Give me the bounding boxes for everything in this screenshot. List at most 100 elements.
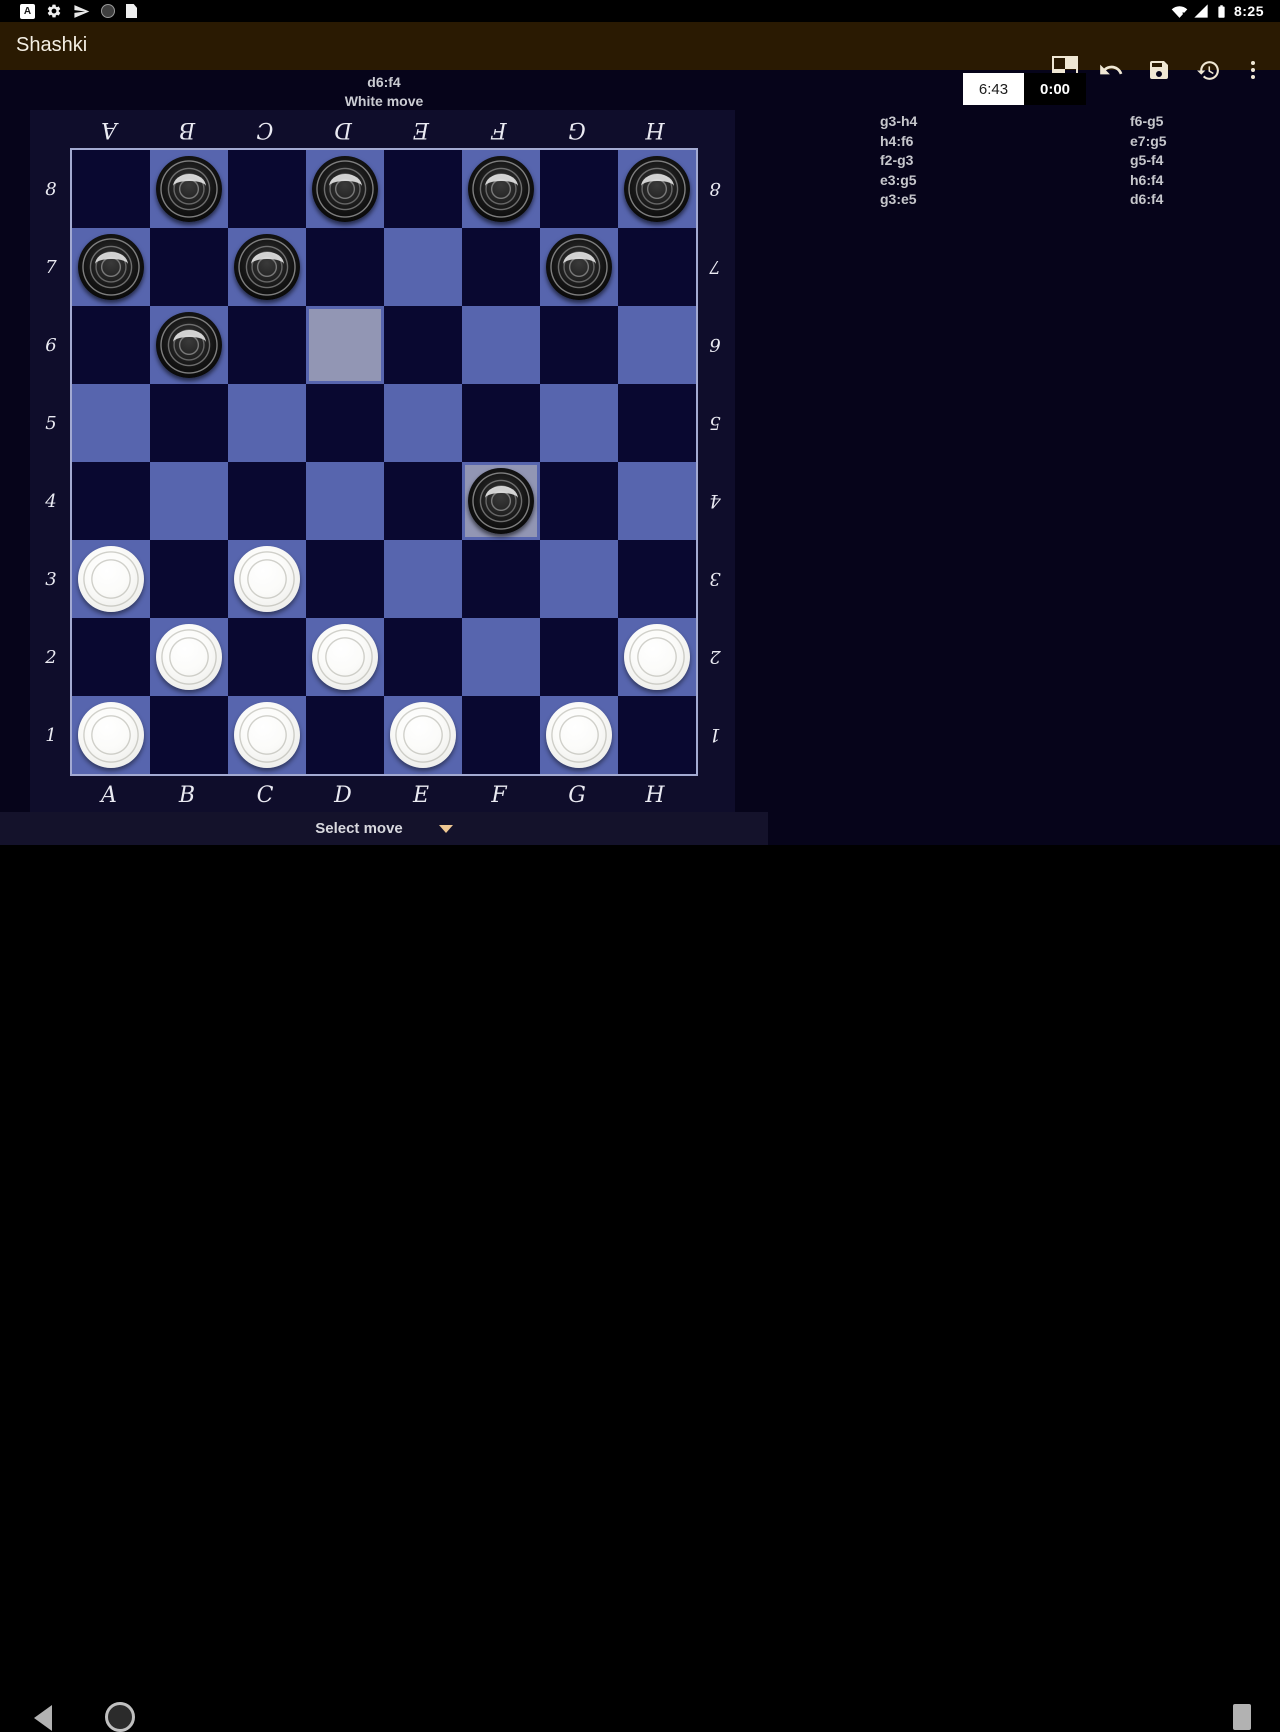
square-a5[interactable]	[72, 384, 150, 462]
square-f2[interactable]	[462, 618, 540, 696]
select-move-label: Select move	[315, 820, 403, 837]
square-b6[interactable]	[150, 306, 228, 384]
recents-button[interactable]	[1233, 1704, 1251, 1730]
gear-icon	[46, 3, 62, 19]
square-b1[interactable]	[150, 696, 228, 774]
piece-black-b8[interactable]	[156, 156, 222, 222]
square-b7[interactable]	[150, 228, 228, 306]
piece-black-g7[interactable]	[546, 234, 612, 300]
square-a4[interactable]	[72, 462, 150, 540]
square-h7[interactable]	[618, 228, 696, 306]
save-icon[interactable]	[1146, 57, 1172, 83]
square-a1[interactable]	[72, 696, 150, 774]
square-e1[interactable]	[384, 696, 462, 774]
square-e8[interactable]	[384, 150, 462, 228]
square-a7[interactable]	[72, 228, 150, 306]
square-e4[interactable]	[384, 462, 462, 540]
square-h6[interactable]	[618, 306, 696, 384]
square-g7[interactable]	[540, 228, 618, 306]
square-a6[interactable]	[72, 306, 150, 384]
square-f4[interactable]	[462, 462, 540, 540]
square-d1[interactable]	[306, 696, 384, 774]
square-g6[interactable]	[540, 306, 618, 384]
rank-label-left-2: 2	[36, 618, 66, 696]
home-button[interactable]	[105, 1702, 135, 1732]
square-e6[interactable]	[384, 306, 462, 384]
square-g3[interactable]	[540, 540, 618, 618]
square-a8[interactable]	[72, 150, 150, 228]
square-e5[interactable]	[384, 384, 462, 462]
square-d4[interactable]	[306, 462, 384, 540]
square-b3[interactable]	[150, 540, 228, 618]
piece-black-d8[interactable]	[312, 156, 378, 222]
board-grid[interactable]	[70, 148, 698, 776]
square-a3[interactable]	[72, 540, 150, 618]
square-h1[interactable]	[618, 696, 696, 774]
square-c4[interactable]	[228, 462, 306, 540]
square-c8[interactable]	[228, 150, 306, 228]
square-f1[interactable]	[462, 696, 540, 774]
piece-white-e1[interactable]	[390, 702, 456, 768]
square-f6[interactable]	[462, 306, 540, 384]
square-c7[interactable]	[228, 228, 306, 306]
piece-black-h8[interactable]	[624, 156, 690, 222]
square-f3[interactable]	[462, 540, 540, 618]
piece-white-h2[interactable]	[624, 624, 690, 690]
piece-white-c3[interactable]	[234, 546, 300, 612]
square-f7[interactable]	[462, 228, 540, 306]
file-label-top-g: G	[538, 117, 616, 142]
square-c2[interactable]	[228, 618, 306, 696]
square-c6[interactable]	[228, 306, 306, 384]
square-h5[interactable]	[618, 384, 696, 462]
piece-black-f4[interactable]	[468, 468, 534, 534]
square-g8[interactable]	[540, 150, 618, 228]
square-e2[interactable]	[384, 618, 462, 696]
piece-black-a7[interactable]	[78, 234, 144, 300]
square-d3[interactable]	[306, 540, 384, 618]
piece-white-a3[interactable]	[78, 546, 144, 612]
square-d5[interactable]	[306, 384, 384, 462]
overflow-menu-icon[interactable]	[1240, 57, 1266, 83]
piece-white-a1[interactable]	[78, 702, 144, 768]
square-d2[interactable]	[306, 618, 384, 696]
square-b2[interactable]	[150, 618, 228, 696]
battery-icon	[1214, 3, 1229, 20]
square-g2[interactable]	[540, 618, 618, 696]
square-c3[interactable]	[228, 540, 306, 618]
square-g1[interactable]	[540, 696, 618, 774]
square-h8[interactable]	[618, 150, 696, 228]
square-d6[interactable]	[306, 306, 384, 384]
move-entry-column1-0: g3-h4	[880, 112, 917, 132]
piece-black-b6[interactable]	[156, 312, 222, 378]
piece-black-f8[interactable]	[468, 156, 534, 222]
square-h2[interactable]	[618, 618, 696, 696]
piece-white-c1[interactable]	[234, 702, 300, 768]
square-b4[interactable]	[150, 462, 228, 540]
select-move-dropdown[interactable]: Select move	[0, 812, 768, 845]
square-h3[interactable]	[618, 540, 696, 618]
rank-label-left-5: 5	[36, 384, 66, 462]
piece-white-d2[interactable]	[312, 624, 378, 690]
square-b8[interactable]	[150, 150, 228, 228]
square-c1[interactable]	[228, 696, 306, 774]
square-d7[interactable]	[306, 228, 384, 306]
square-f8[interactable]	[462, 150, 540, 228]
square-a2[interactable]	[72, 618, 150, 696]
square-b5[interactable]	[150, 384, 228, 462]
square-e7[interactable]	[384, 228, 462, 306]
square-h4[interactable]	[618, 462, 696, 540]
square-d8[interactable]	[306, 150, 384, 228]
square-e3[interactable]	[384, 540, 462, 618]
piece-white-g1[interactable]	[546, 702, 612, 768]
undo-icon[interactable]	[1098, 57, 1124, 83]
square-c5[interactable]	[228, 384, 306, 462]
piece-black-c7[interactable]	[234, 234, 300, 300]
square-f5[interactable]	[462, 384, 540, 462]
paper-plane-icon	[73, 3, 90, 20]
piece-white-b2[interactable]	[156, 624, 222, 690]
file-label-bottom-a: A	[70, 783, 148, 808]
history-icon[interactable]	[1195, 57, 1221, 83]
square-g4[interactable]	[540, 462, 618, 540]
square-g5[interactable]	[540, 384, 618, 462]
back-button[interactable]	[34, 1705, 52, 1731]
